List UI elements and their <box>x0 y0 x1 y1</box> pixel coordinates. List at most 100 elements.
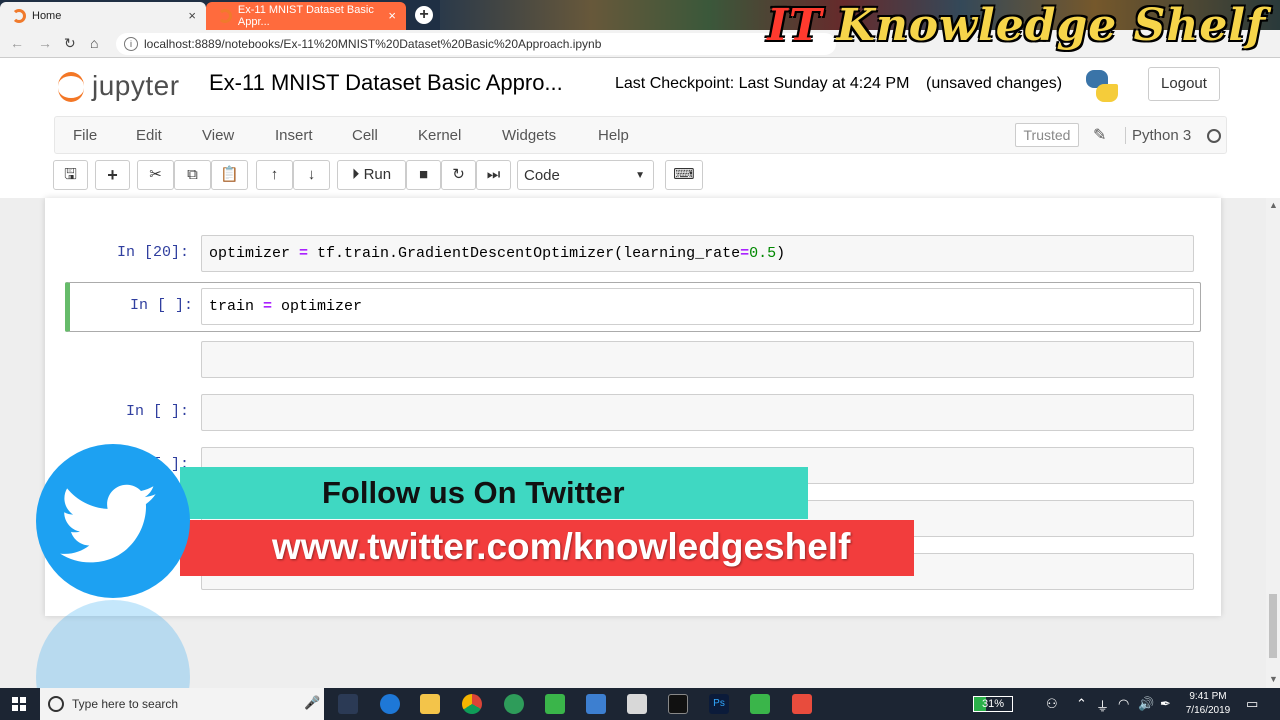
battery-indicator[interactable]: 31% <box>973 696 1013 712</box>
tab-home[interactable]: Home × <box>0 2 206 30</box>
cell-prompt: In [ ]: <box>125 403 189 420</box>
move-down-button[interactable]: ↓ <box>293 160 330 190</box>
restart-run-all-button[interactable]: ⏭ <box>476 160 511 190</box>
restart-button[interactable]: ↻ <box>441 160 476 190</box>
taskbar-search[interactable]: Type here to search 🎤 <box>40 688 324 720</box>
fast-forward-icon: ⏭ <box>486 166 501 183</box>
copy-button[interactable]: ⧉ <box>174 160 211 190</box>
cell-input[interactable]: optimizer = tf.train.GradientDescentOpti… <box>201 235 1194 272</box>
scroll-thumb[interactable] <box>1269 594 1277 658</box>
upwork-icon[interactable] <box>504 694 524 714</box>
camtasia-icon[interactable] <box>545 694 565 714</box>
back-arrow-icon[interactable]: ← <box>10 35 24 51</box>
cut-button[interactable]: ✂ <box>137 160 174 190</box>
clock-time: 9:41 PM <box>1189 691 1227 702</box>
photoshop-icon[interactable]: Ps <box>709 694 729 714</box>
twitter-badge <box>36 444 190 598</box>
windows-taskbar: Type here to search 🎤 Ps 31% ⚇ ⌃ ⏚ ◠ 🔊 ✒… <box>0 688 1280 720</box>
cell-input[interactable] <box>201 341 1194 378</box>
keyboard-icon: ⌨ <box>673 166 695 183</box>
tab-home-label: Home <box>32 10 62 22</box>
file-explorer-icon[interactable] <box>420 694 440 714</box>
twitter-url-banner: www.twitter.com/knowledgeshelf <box>180 520 914 576</box>
copy-icon: ⧉ <box>187 166 198 183</box>
close-tab-icon[interactable]: × <box>188 8 196 23</box>
clock-date: 7/16/2019 <box>1185 705 1231 716</box>
menu-view[interactable]: View <box>202 127 234 144</box>
notebook-toolbar: 🖫 + ✂ ⧉ 📋 ↑ ↓ ⏵ Run ■ ↻ ⏭ Code ▼ ⌨ <box>0 158 1280 194</box>
move-up-button[interactable]: ↑ <box>256 160 293 190</box>
code-cell-selected[interactable]: In [ ]: train = optimizer <box>65 282 1201 332</box>
arrow-up-icon: ↑ <box>270 166 279 183</box>
run-button[interactable]: ⏵ Run <box>337 160 406 190</box>
system-clock[interactable]: 9:41 PM 7/16/2019 <box>1180 690 1236 718</box>
scroll-up-icon[interactable]: ▲ <box>1269 200 1278 210</box>
insert-cell-button[interactable]: + <box>95 160 130 190</box>
jupyter-favicon-icon <box>218 9 232 23</box>
logout-button[interactable]: Logout <box>1148 67 1220 101</box>
code-cell[interactable]: In [20]: optimizer = tf.train.GradientDe… <box>65 234 1201 274</box>
camtasia-recorder-icon[interactable] <box>750 694 770 714</box>
terminal-icon[interactable] <box>668 694 688 714</box>
menu-insert[interactable]: Insert <box>275 127 313 144</box>
menu-file[interactable]: File <box>73 127 97 144</box>
page-scrollbar[interactable]: ▲ ▼ <box>1266 198 1280 688</box>
close-tab-icon[interactable]: × <box>388 8 396 23</box>
info-icon[interactable]: i <box>124 37 138 51</box>
chrome-icon[interactable] <box>462 694 482 714</box>
microphone-icon[interactable]: 🎤 <box>304 695 320 711</box>
power-icon[interactable]: ⏚ <box>1096 696 1109 715</box>
twitter-badge-reflection <box>36 600 190 688</box>
new-tab-button[interactable]: + <box>415 6 433 24</box>
cell-prompt: In [20]: <box>116 244 189 261</box>
menu-widgets[interactable]: Widgets <box>502 127 556 144</box>
kernel-idle-icon <box>1207 129 1221 143</box>
channel-watermark: IT Knowledge Shelf <box>767 0 1266 51</box>
notebook-title[interactable]: Ex-11 MNIST Dataset Basic Appro... <box>209 70 563 96</box>
pen-icon[interactable]: ✒ <box>1160 696 1171 712</box>
chevron-up-icon[interactable]: ⌃ <box>1076 696 1087 712</box>
cell-input[interactable] <box>201 394 1194 431</box>
menu-kernel[interactable]: Kernel <box>418 127 461 144</box>
cell-input[interactable]: train = optimizer <box>201 288 1194 325</box>
tab-notebook[interactable]: Ex-11 MNIST Dataset Basic Appr... × <box>206 2 406 30</box>
python-logo-icon <box>1084 68 1120 104</box>
url-field[interactable]: i localhost:8889/notebooks/Ex-11%20MNIST… <box>116 33 836 55</box>
kernel-name: Python 3 <box>1125 127 1191 144</box>
twitter-url-text: www.twitter.com/knowledgeshelf <box>272 526 851 567</box>
code-cell[interactable]: In [ ]: <box>65 393 1201 433</box>
windows-start-icon[interactable] <box>12 697 26 711</box>
paste-button[interactable]: 📋 <box>211 160 248 190</box>
store-icon[interactable] <box>627 694 647 714</box>
interrupt-button[interactable]: ■ <box>406 160 441 190</box>
menu-edit[interactable]: Edit <box>136 127 162 144</box>
menu-help[interactable]: Help <box>598 127 629 144</box>
jupyter-logo[interactable]: jupyter <box>58 68 198 108</box>
pencil-icon[interactable]: ✎ <box>1093 125 1106 145</box>
cell-prompt: In [ ]: <box>129 297 193 314</box>
paste-icon: 📋 <box>220 166 239 183</box>
menu-cell[interactable]: Cell <box>352 127 378 144</box>
notification-icon[interactable]: ▭ <box>1246 696 1258 712</box>
recorder-icon[interactable] <box>792 694 812 714</box>
command-palette-button[interactable]: ⌨ <box>665 160 703 190</box>
cell-type-select[interactable]: Code ▼ <box>517 160 654 190</box>
scroll-down-icon[interactable]: ▼ <box>1269 674 1278 684</box>
autosave-status: (unsaved changes) <box>926 75 1063 92</box>
checkpoint-status: Last Checkpoint: Last Sunday at 4:24 PM <box>615 75 910 92</box>
stop-icon: ■ <box>418 166 429 183</box>
jupyter-logo-text: jupyter <box>92 70 180 101</box>
code-cell[interactable] <box>65 340 1201 380</box>
volume-icon[interactable]: 🔊 <box>1138 696 1154 712</box>
home-icon[interactable]: ⌂ <box>90 35 98 51</box>
wifi-icon[interactable]: ◠ <box>1118 696 1129 712</box>
forward-arrow-icon[interactable]: → <box>38 35 52 51</box>
network-app-icon[interactable] <box>586 694 606 714</box>
task-view-icon[interactable] <box>338 694 358 714</box>
trusted-indicator[interactable]: Trusted <box>1015 123 1079 147</box>
save-button[interactable]: 🖫 <box>53 160 88 190</box>
edge-browser-icon[interactable] <box>380 694 400 714</box>
reload-icon[interactable]: ↻ <box>64 35 76 52</box>
people-icon[interactable]: ⚇ <box>1046 696 1058 712</box>
step-forward-icon: ⏵ <box>351 166 360 183</box>
